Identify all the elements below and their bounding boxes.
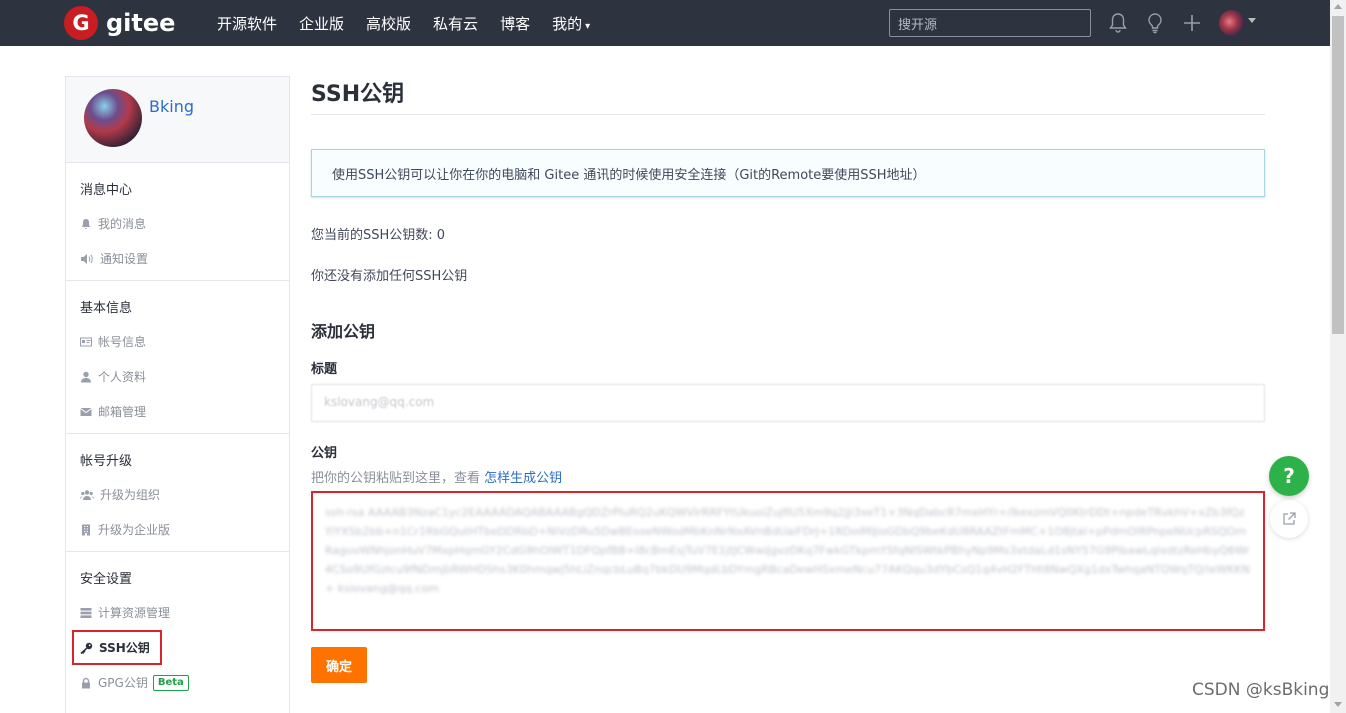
nav-item-private-cloud[interactable]: 私有云 [433,13,478,34]
nav-item-education[interactable]: 高校版 [366,13,411,34]
key-hint: 把你的公钥粘贴到这里，查看 怎样生成公钥 [311,467,1265,486]
sidebar-section-security: 安全设置 计算资源管理 SSH公钥 GPG公钥 Beta [66,552,289,704]
page-title: SSH公钥 [311,76,1265,115]
watermark: CSDN @ksBking [1192,680,1330,700]
username-link[interactable]: Bking [149,97,194,116]
confirm-button[interactable]: 确定 [311,647,367,683]
sidebar-section-title: 消息中心 [80,183,133,198]
user-avatar[interactable] [1219,10,1245,36]
gitee-logo-text: gitee [106,9,176,37]
gitee-logo-icon: G [64,6,98,40]
sidebar-item-label: 升级为组织 [100,488,161,502]
gitee-logo[interactable]: G gitee [64,6,175,40]
sidebar-item-upgrade-enterprise[interactable]: 升级为企业版 [66,512,289,547]
key-icon [80,642,93,654]
building-icon [82,524,90,535]
bell-icon[interactable] [1107,11,1129,35]
nav-item-blog[interactable]: 博客 [500,13,530,34]
public-key-textarea[interactable]: ssh-rsa AAAAB3NzaC1yc2EAAAADAQABAAABgQDZ… [311,491,1265,631]
sidebar-item-label: 邮箱管理 [98,405,147,419]
speaker-icon [81,253,93,264]
external-link-icon [1283,512,1296,525]
sidebar-item-label: 我的消息 [98,217,147,231]
sidebar-item-email-management[interactable]: 邮箱管理 [66,394,289,429]
nav-item-mine-label: 我的 [552,14,583,33]
public-key-value: ssh-rsa AAAAB3NzaC1yc2EAAAADAQABAAABgQDZ… [325,506,1250,595]
main-nav: 开源软件 企业版 高校版 私有云 博客 我的 ▾ [206,0,601,46]
sidebar-item-label: SSH公钥 [99,641,150,655]
bell-icon [81,218,91,229]
help-button[interactable]: ? [1269,456,1309,496]
sidebar-section-basic-info: 基本信息 帐号信息 个人资料 邮箱管理 [66,281,289,434]
group-icon [80,489,94,500]
sidebar-profile: Bking [66,77,289,163]
lightbulb-icon[interactable] [1144,11,1166,35]
sidebar-item-compute-resources[interactable]: 计算资源管理 [66,595,289,630]
sidebar-section-title: 基本信息 [80,301,133,316]
sidebar-item-upgrade-organization[interactable]: 升级为组织 [66,477,289,512]
nav-item-mine[interactable]: 我的 ▾ [552,13,590,34]
sidebar-item-label: 升级为企业版 [98,523,171,537]
sidebar-item-label: 帐号信息 [98,335,147,349]
plus-icon[interactable] [1181,11,1203,35]
info-message: 使用SSH公钥可以让你在你的电脑和 Gitee 通讯的时候使用安全连接（Git的… [311,149,1265,197]
sidebar-section-upgrade: 帐号升级 升级为组织 升级为企业版 [66,434,289,552]
search-input[interactable]: 搜开源 [889,9,1091,37]
key-label: 公钥 [311,446,338,461]
sidebar-item-label: 通知设置 [100,252,149,266]
sidebar-item-my-messages[interactable]: 我的消息 [66,206,289,241]
sidebar-item-label: GPG公钥 [98,676,148,690]
chevron-down-icon: ▾ [585,20,591,32]
sidebar-item-account-info[interactable]: 帐号信息 [66,324,289,359]
sidebar-item-label: 个人资料 [98,370,147,384]
share-button[interactable] [1270,500,1308,538]
sidebar-item-ssh-keys[interactable]: SSH公钥 [72,630,162,665]
empty-state-text: 你还没有添加任何SSH公钥 [311,269,468,284]
ssh-key-count: 您当前的SSH公钥数: 0 [311,228,446,243]
scroll-down-arrow-icon[interactable] [1334,702,1342,707]
sidebar-item-label: 计算资源管理 [98,606,171,620]
how-to-generate-key-link[interactable]: 怎样生成公钥 [484,471,562,486]
sidebar-item-profile[interactable]: 个人资料 [66,359,289,394]
add-key-heading: 添加公钥 [311,322,376,341]
sidebar-item-notification-settings[interactable]: 通知设置 [66,241,289,276]
page-scrollbar[interactable] [1330,0,1346,713]
title-input[interactable]: kslovang@qq.com [311,384,1265,422]
sidebar-section-title: 帐号升级 [80,454,133,469]
settings-sidebar: Bking 消息中心 我的消息 通知设置 基本信息 帐号信息 个人资料 邮箱管理… [65,76,290,713]
avatar[interactable] [84,89,142,147]
avatar-chevron-down-icon[interactable] [1248,18,1256,23]
nav-item-open-source[interactable]: 开源软件 [217,13,277,34]
title-label: 标题 [311,362,338,377]
nav-item-enterprise[interactable]: 企业版 [299,13,344,34]
envelope-icon [80,407,92,416]
sidebar-section-title: 安全设置 [80,572,133,587]
scroll-up-arrow-icon[interactable] [1334,4,1342,9]
scrollbar-thumb[interactable] [1332,16,1344,334]
lock-icon [82,677,90,688]
top-navbar: G gitee 开源软件 企业版 高校版 私有云 博客 我的 ▾ 搜开源 [0,0,1330,46]
sidebar-item-gpg-keys[interactable]: GPG公钥 Beta [66,665,289,700]
user-icon [81,371,91,382]
id-card-icon [80,337,92,346]
server-icon [80,607,92,618]
key-hint-text: 把你的公钥粘贴到这里，查看 [311,471,481,486]
main-content: SSH公钥 使用SSH公钥可以让你在你的电脑和 Gitee 通讯的时候使用安全连… [311,76,1265,683]
sidebar-section-messages: 消息中心 我的消息 通知设置 [66,163,289,281]
beta-badge: Beta [152,674,189,691]
